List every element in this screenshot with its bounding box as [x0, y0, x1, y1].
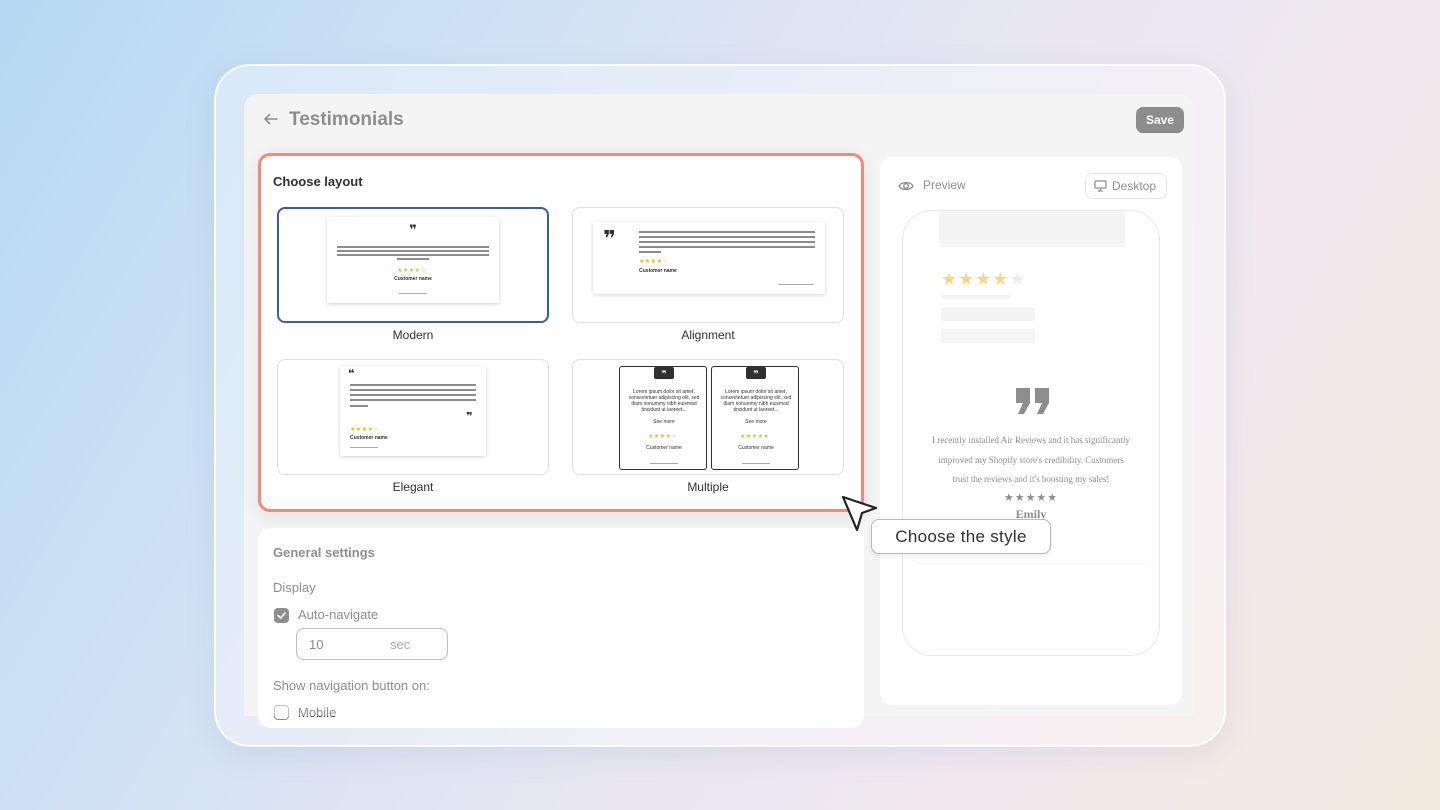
multiple-card: ❞ Lorem ipsum dolor sit amet, consectetu… [619, 366, 707, 470]
mobile-checkbox[interactable] [274, 705, 289, 720]
powered-line [779, 284, 813, 285]
placeholder-block [941, 329, 1035, 343]
mobile-label: Mobile [298, 705, 337, 720]
display-label: Display [273, 580, 316, 595]
placeholder-line [941, 295, 1011, 299]
monitor-icon [1094, 180, 1107, 192]
elegant-thumbnail: ❝ ❞ ★★★★☆ Customer name [340, 366, 486, 456]
sample-text: Lorem ipsum dolor sit amet, consectetuer… [628, 389, 700, 413]
rating-stars: ★★★★☆ [397, 268, 427, 274]
tooltip: Choose the style [871, 519, 1051, 554]
rating-stars: ★★★★☆ [639, 259, 669, 265]
preview-label: Preview [923, 178, 966, 192]
quote-icon [1016, 388, 1049, 414]
quote-icon: ❞ [603, 226, 616, 251]
back-arrow-icon[interactable] [262, 110, 280, 128]
customer-name: Customer name [646, 445, 682, 451]
text-line [350, 399, 476, 401]
customer-name: Customer name [738, 445, 774, 451]
sample-text: Lorem ipsum dolor sit amet, consectetuer… [720, 389, 792, 413]
customer-name: Customer name [394, 276, 432, 282]
text-line [337, 250, 489, 252]
preview-stars: ★★★★★ [941, 269, 1027, 289]
checkmark-icon [277, 612, 286, 619]
powered-line [350, 447, 378, 448]
powered-line [742, 463, 770, 464]
layout-option-label: Modern [392, 328, 434, 342]
layout-option-label: Multiple [687, 480, 729, 494]
quote-icon: ❞ [409, 222, 417, 237]
customer-name: Customer name [350, 435, 388, 441]
text-line [639, 236, 815, 238]
layout-option-label: Elegant [392, 480, 434, 494]
text-line [350, 389, 476, 391]
device-toggle-button[interactable]: Desktop [1085, 173, 1167, 199]
text-line [350, 394, 476, 396]
see-more-link: See more [745, 419, 767, 425]
quote-icon: ❝ [348, 368, 355, 380]
layout-option-multiple[interactable]: ❞ Lorem ipsum dolor sit amet, consectetu… [572, 359, 844, 475]
alignment-thumbnail: ❞ ★★★★☆ Customer name [593, 222, 825, 294]
quote-icon: ❞ [654, 367, 674, 379]
rating-stars: ★★★★☆ [648, 434, 678, 440]
page-title: Testimonials [289, 109, 404, 130]
text-line [397, 258, 429, 260]
quote-close-icon: ❞ [466, 411, 473, 423]
layout-option-alignment[interactable]: ❞ ★★★★☆ Customer name [572, 207, 844, 323]
powered-line [399, 293, 427, 294]
text-line [639, 241, 815, 243]
interval-unit: sec [390, 637, 411, 652]
layout-option-label: Alignment [681, 328, 735, 342]
testimonial-rating: ★★★★★ [1003, 492, 1059, 504]
text-line [337, 246, 489, 248]
rating-stars: ★★★★☆ [350, 427, 380, 433]
multiple-card: ❞ Lorem ipsum dolor sit amet, consectetu… [711, 366, 799, 470]
testimonial-quote: I recently installed Air Reviews and it … [932, 435, 1130, 484]
nav-button-label: Show navigation button on: [273, 678, 430, 693]
placeholder-block [941, 307, 1035, 321]
text-line [639, 246, 815, 248]
interval-value: 10 [309, 637, 324, 652]
auto-navigate-checkbox[interactable] [274, 608, 289, 623]
powered-line [650, 463, 678, 464]
rating-stars: ★★★★★ [740, 434, 770, 440]
divider [917, 563, 1147, 564]
text-line [337, 254, 489, 256]
text-line [350, 405, 368, 407]
auto-navigate-label: Auto-navigate [298, 607, 379, 622]
see-more-link: See more [653, 419, 675, 425]
text-line [639, 251, 661, 253]
save-button[interactable]: Save [1136, 107, 1184, 133]
text-line [350, 384, 476, 386]
customer-name: Customer name [639, 268, 677, 274]
modern-thumbnail: ❞ ★★★★☆ Customer name [327, 217, 499, 303]
eye-icon [898, 181, 914, 191]
choose-layout-title: Choose layout [273, 174, 363, 189]
placeholder-block [939, 211, 1125, 247]
text-line [639, 231, 815, 233]
layout-option-elegant[interactable]: ❝ ❞ ★★★★☆ Customer name [277, 359, 549, 475]
quote-icon: ❞ [746, 367, 766, 379]
phone-preview: ★★★★★ I recently installed Air Reviews a… [902, 210, 1160, 656]
interval-input[interactable]: 10 sec [296, 628, 448, 660]
device-toggle-label: Desktop [1112, 179, 1157, 193]
layout-option-modern[interactable]: ❞ ★★★★☆ Customer name [277, 207, 549, 323]
general-settings-title: General settings [273, 545, 375, 560]
